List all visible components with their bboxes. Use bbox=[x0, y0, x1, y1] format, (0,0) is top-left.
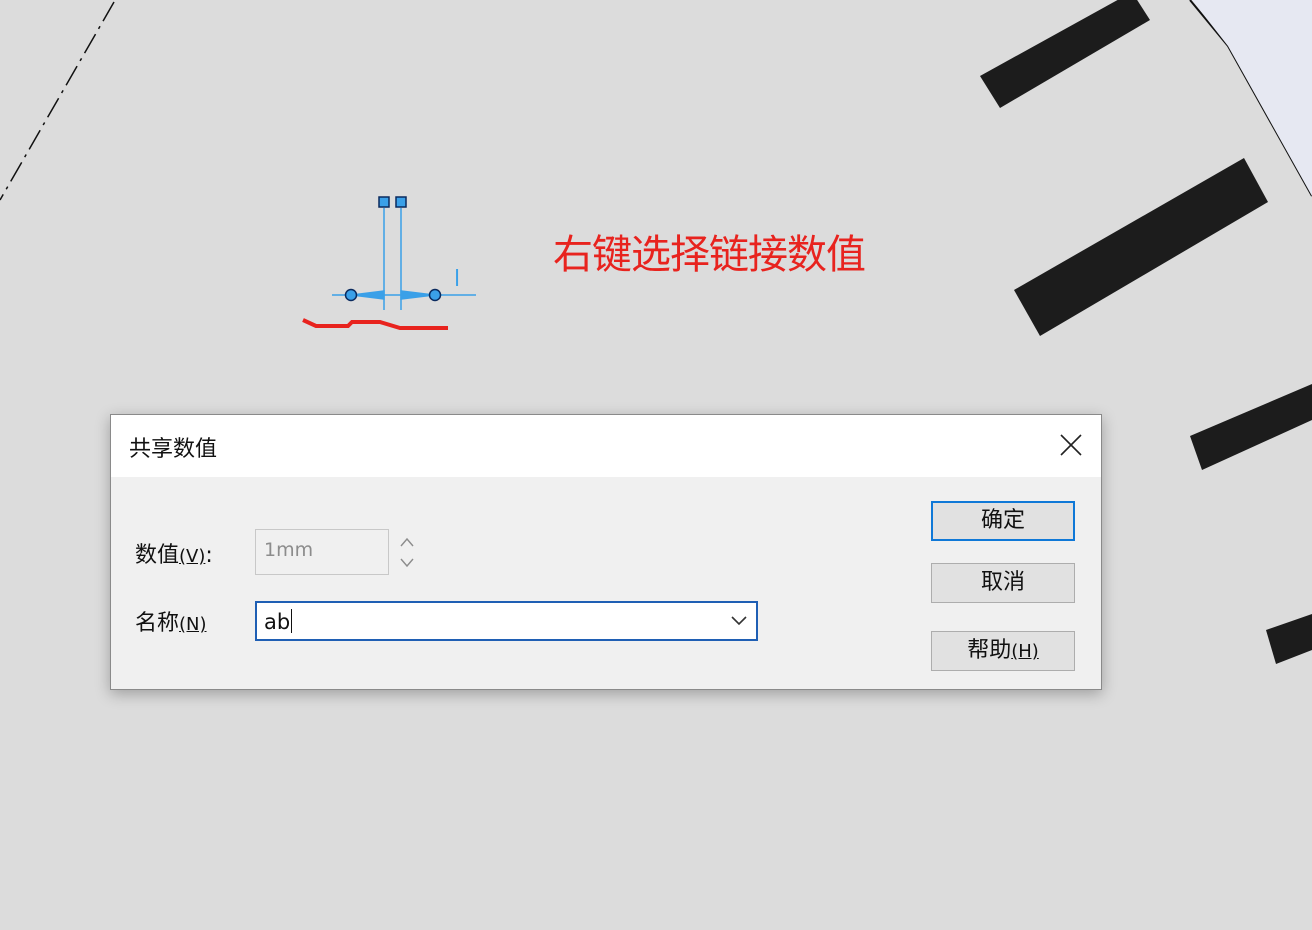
name-label-hotkey: (N) bbox=[179, 614, 207, 635]
chevron-down-icon[interactable] bbox=[730, 613, 748, 627]
dimension-arrow-handle bbox=[428, 288, 442, 302]
instruction-annotation: 右键选择链接数值 bbox=[553, 232, 866, 278]
value-label-text: 数值 bbox=[135, 543, 180, 568]
slot-1 bbox=[980, 0, 1150, 108]
value-label: 数值(V): bbox=[135, 537, 213, 569]
sketch-handle bbox=[378, 196, 390, 208]
help-button-hotkey: (H) bbox=[1011, 641, 1039, 662]
name-label-text: 名称 bbox=[135, 611, 180, 636]
sketch-handle bbox=[395, 196, 407, 208]
help-button[interactable]: 帮助(H) bbox=[931, 631, 1075, 671]
dialog-titlebar[interactable]: 共享数值 bbox=[111, 415, 1101, 477]
spin-up-icon bbox=[400, 537, 414, 547]
selected-edge-highlight bbox=[302, 318, 448, 330]
shared-value-dialog: 共享数值 数值(V): 1mm 名称(N) ab 确定 取消 帮助(H) bbox=[110, 414, 1102, 690]
dimension-value-label: l bbox=[454, 267, 460, 292]
dialog-title: 共享数值 bbox=[129, 437, 218, 462]
spin-down-icon bbox=[400, 558, 414, 568]
ok-button[interactable]: 确定 bbox=[931, 501, 1075, 541]
value-spinner[interactable] bbox=[397, 533, 417, 573]
close-icon bbox=[1060, 434, 1082, 456]
dimension-arrow-handle bbox=[344, 288, 358, 302]
value-field[interactable]: 1mm bbox=[255, 529, 389, 575]
text-caret bbox=[291, 609, 293, 633]
help-button-label: 帮助 bbox=[967, 638, 1012, 663]
name-input-value[interactable]: ab bbox=[264, 610, 290, 634]
cancel-button[interactable]: 取消 bbox=[931, 563, 1075, 603]
name-combobox[interactable]: ab bbox=[255, 601, 758, 641]
value-label-colon: : bbox=[205, 543, 213, 568]
value-label-hotkey: (V) bbox=[179, 546, 206, 567]
slot-4 bbox=[1266, 614, 1312, 664]
close-button[interactable] bbox=[1051, 425, 1091, 465]
construction-centerline bbox=[0, 1, 115, 201]
part-outline-fill bbox=[1192, 0, 1312, 196]
name-label: 名称(N) bbox=[135, 605, 207, 637]
slot-2 bbox=[1014, 158, 1268, 336]
slot-3 bbox=[1190, 384, 1312, 470]
